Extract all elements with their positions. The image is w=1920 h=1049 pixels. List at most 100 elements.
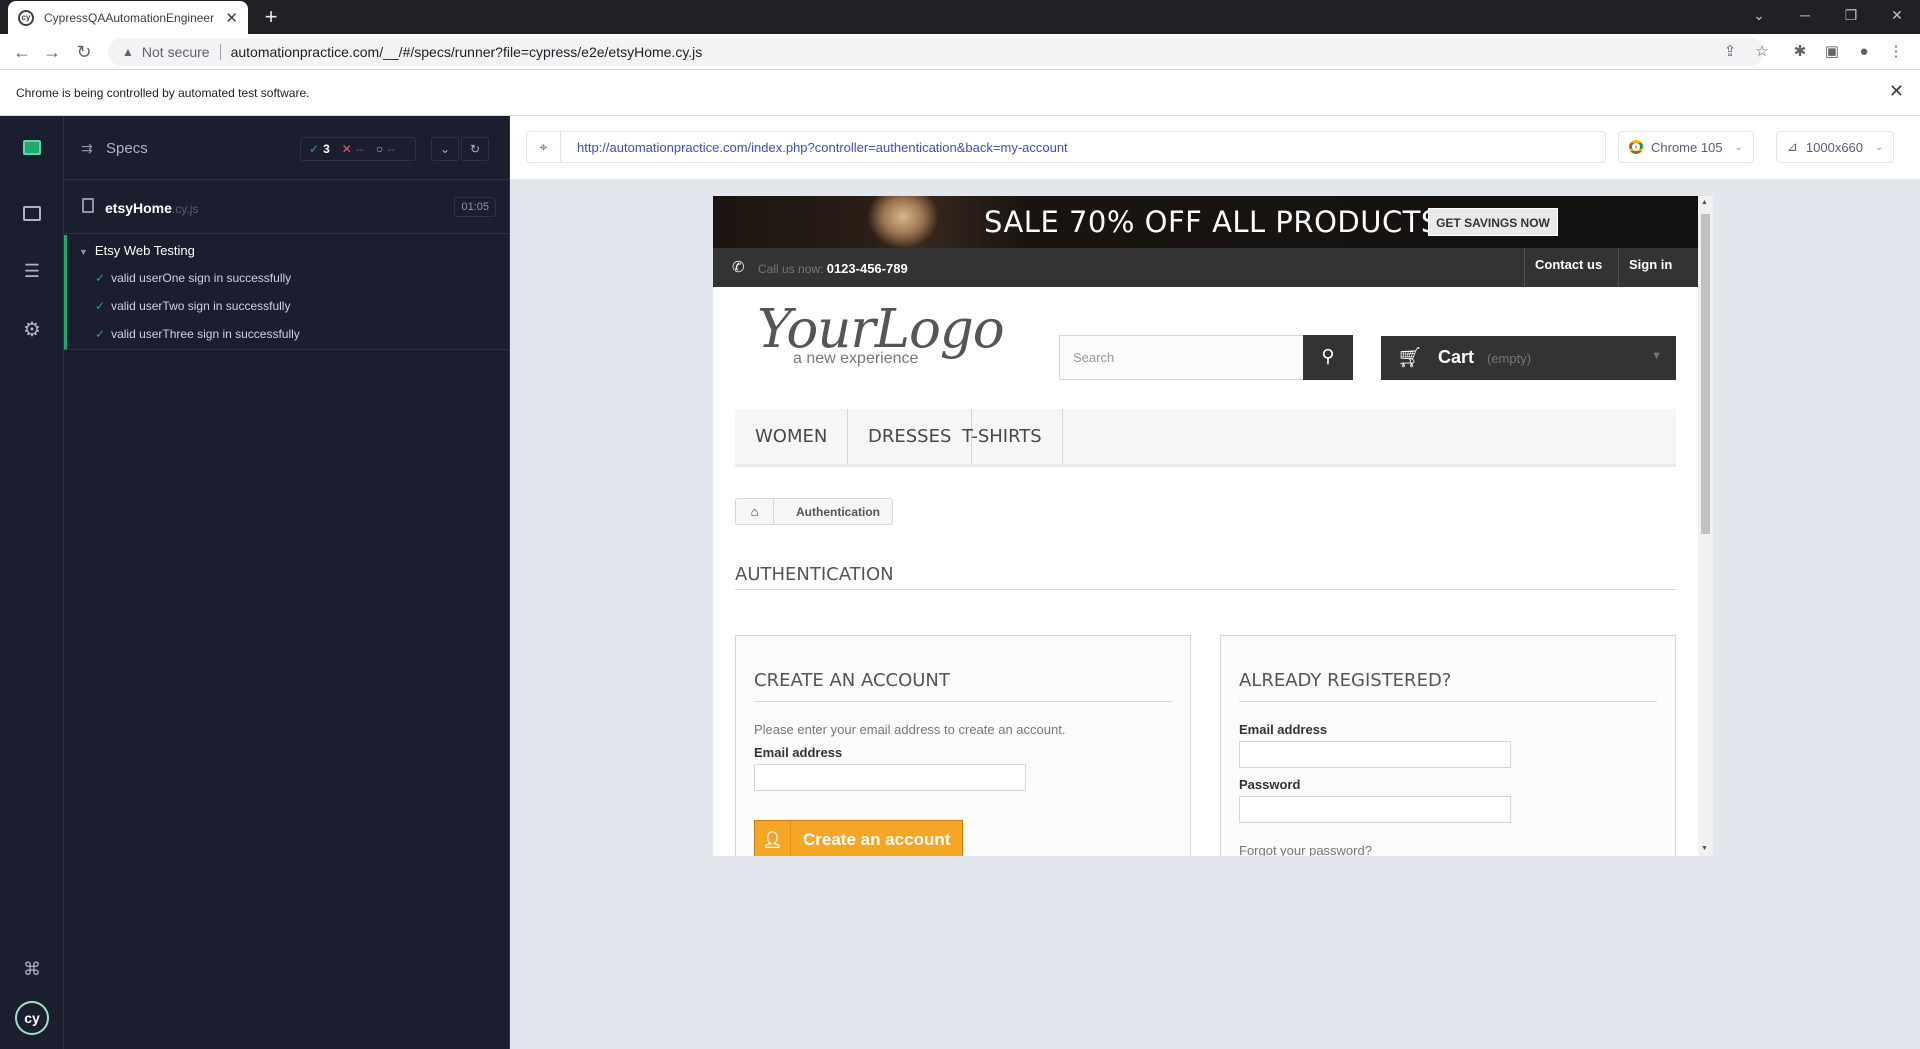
home-icon[interactable]: ⌂ [736,499,774,524]
spec-file-name: etsyHome.cy.js [105,200,199,216]
cypress-logo-icon[interactable]: cy [15,1001,49,1035]
create-account-button[interactable]: 👤︎ Create an account [754,820,963,856]
debug-list-icon[interactable]: ☰ [17,256,47,286]
aut-url-bar[interactable]: ⌖ http://automationpractice.com/index.ph… [526,131,1606,163]
browser-selector[interactable]: Chrome 105 ⌄ [1618,131,1754,163]
chevron-down-icon: ▼ [1651,350,1662,362]
breadcrumb-current: Authentication [796,504,880,519]
site-logo[interactable]: YourLogo a new experience [757,299,1005,367]
menu-item-women[interactable]: WOMEN [735,409,849,464]
document-icon [82,198,94,213]
rerun-icon[interactable]: ↻ [461,137,489,161]
password-field[interactable] [1239,796,1511,823]
scrollbar-thumb[interactable] [1701,214,1710,534]
specs-label[interactable]: Specs [106,140,148,157]
banner-model-image [868,196,938,248]
create-account-intro: Please enter your email address to creat… [754,722,1066,737]
spec-file-row[interactable]: etsyHome.cy.js 01:05 [64,180,510,234]
tab-title: CypressQAAutomationEngineer [44,10,215,25]
user-icon: 👤︎ [755,821,791,856]
viewport-selector-label: 1000x660 [1805,139,1864,155]
create-email-field[interactable] [754,764,1026,791]
main-menu: WOMEN DRESSES T-SHIRTS [735,409,1676,467]
keyboard-shortcuts-icon[interactable]: ⌘ [17,954,47,984]
scroll-up-icon[interactable]: ▲ [1701,199,1708,206]
spec-file-ext: .cy.js [171,202,199,216]
omnibox-divider [219,44,221,60]
back-icon[interactable]: ← [8,38,36,66]
forgot-password-link[interactable]: Forgot your password? [1239,843,1372,856]
share-icon[interactable]: ⇪ [1716,38,1744,66]
viewport-selector[interactable]: ⊿ 1000x660 ⌄ [1776,131,1895,163]
search-icon[interactable]: ⚲ [1303,335,1353,380]
failed-x-icon: ✕ [341,142,352,156]
already-registered-heading: ALREADY REGISTERED? [1239,670,1657,702]
menu-kebab-icon[interactable]: ⋮ [1882,38,1910,66]
aut-url-text[interactable]: http://automationpractice.com/index.php?… [577,140,1068,155]
tab-search-icon[interactable]: ⌄ [1736,0,1782,34]
bookmark-star-icon[interactable]: ☆ [1748,38,1776,66]
test-item[interactable]: ✓ valid userThree sign in successfully [95,327,300,341]
login-form: ALREADY REGISTERED? Email address Passwo… [1220,635,1676,856]
selector-playground-icon[interactable]: ⌖ [527,132,561,162]
infobar-close-icon[interactable]: ✕ [1889,81,1904,102]
reload-icon[interactable]: ↻ [70,38,98,66]
sign-in-link[interactable]: Sign in [1618,248,1682,287]
test-item[interactable]: ✓ valid userOne sign in successfully [95,271,291,285]
login-email-label: Email address [1239,722,1328,737]
test-item[interactable]: ✓ valid userTwo sign in successfully [95,299,290,313]
address-bar[interactable]: ▲ Not secure automationpractice.com/__/#… [108,38,1764,66]
passed-count: 3 [323,142,330,156]
viewport-scrollbar[interactable]: ▲ ▼ [1698,196,1713,856]
spec-duration: 01:05 [454,197,496,217]
create-email-label: Email address [754,745,843,760]
cart-button[interactable]: 🛒︎ Cart (empty) ▼ [1381,336,1676,380]
close-tab-icon[interactable]: ✕ [225,9,238,27]
sale-banner[interactable]: SALE 70% OFF ALL PRODUCTS GET SAVINGS NO… [713,196,1698,248]
get-savings-button[interactable]: GET SAVINGS NOW [1428,208,1558,236]
phone-icon: ✆ [732,259,745,276]
cypress-reporter: ⇉ Specs ✓ 3 ✕ -- ○ -- ⌄ ↻ etsyHome.cy.js… [64,116,510,1049]
cypress-sidebar-nav: ☰ ⚙ ⌘ cy [0,116,64,1049]
search-input[interactable]: Search ⚲ [1059,335,1353,380]
specs-nav-icon[interactable] [17,132,47,162]
pending-count: -- [387,142,396,156]
suite-title[interactable]: ▼ Etsy Web Testing [79,243,195,258]
forward-icon[interactable]: → [38,38,66,66]
minimize-button[interactable]: ─ [1782,0,1828,34]
runs-nav-icon[interactable] [17,198,47,228]
create-account-label: Create an account [803,830,951,849]
viewport-icon: ⊿ [1787,139,1798,154]
reporter-header: ⇉ Specs ✓ 3 ✕ -- ○ -- ⌄ ↻ [64,116,510,180]
browser-tab[interactable]: cy CypressQAAutomationEngineer ✕ [8,1,248,34]
new-tab-button[interactable]: + [258,4,284,30]
test-suite[interactable]: ▼ Etsy Web Testing ✓ valid userOne sign in… [64,235,510,350]
cart-state: (empty) [1487,351,1532,366]
specs-list-icon[interactable]: ⇉ [81,140,93,157]
menu-item-tshirts[interactable]: T-SHIRTS [942,409,1063,464]
infobar-message: Chrome is being controlled by automated … [16,86,310,100]
side-panel-icon[interactable]: ▣ [1818,38,1846,66]
profile-avatar-icon[interactable]: ● [1850,38,1878,66]
logo-text: YourLogo [757,299,1005,360]
scroll-down-icon[interactable]: ▼ [1701,845,1708,852]
expand-collapse-icon[interactable]: ⌄ [431,137,459,161]
contact-us-link[interactable]: Contact us [1524,248,1612,287]
url-text: automationpractice.com/__/#/specs/runner… [230,44,703,60]
create-account-form: CREATE AN ACCOUNT Please enter your emai… [735,635,1191,856]
settings-gear-icon[interactable]: ⚙ [17,314,47,344]
passed-check-icon: ✓ [309,142,320,156]
extensions-icon[interactable]: ✱ [1786,38,1814,66]
chrome-logo-icon [1629,140,1643,154]
login-email-field[interactable] [1239,741,1511,768]
restore-button[interactable]: ❐ [1828,0,1874,34]
browser-toolbar: ← → ↻ ▲ Not secure automationpractice.co… [0,34,1920,70]
tab-strip: cy CypressQAAutomationEngineer ✕ + ⌄ ─ ❐… [0,0,1920,34]
warning-icon: ▲ [122,45,134,59]
password-label: Password [1239,777,1301,792]
close-window-button[interactable]: ✕ [1874,0,1920,34]
chevron-down-icon: ⌄ [1875,141,1884,153]
cart-icon: 🛒︎ [1397,347,1423,369]
logo-tagline: a new experience [793,350,919,367]
cypress-favicon-icon: cy [18,9,34,26]
